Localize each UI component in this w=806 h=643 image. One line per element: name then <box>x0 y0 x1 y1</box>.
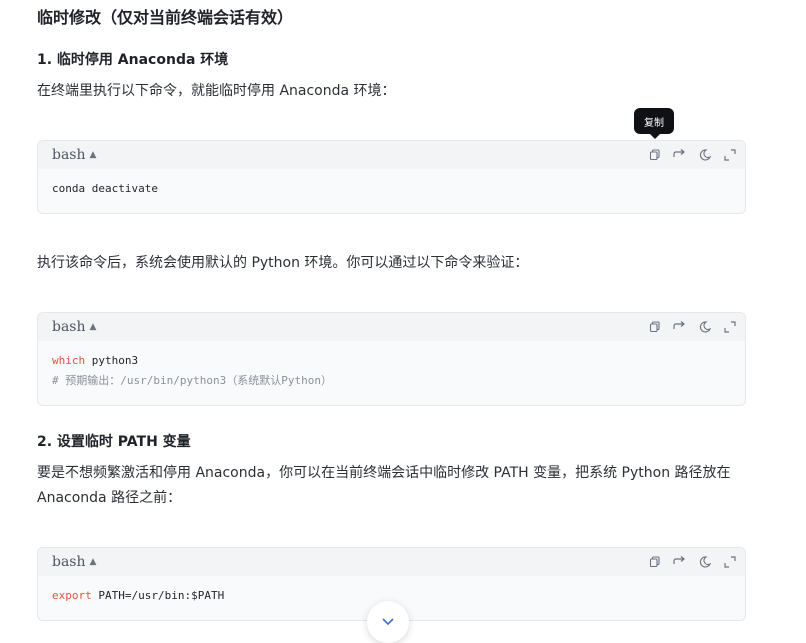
theme-icon[interactable] <box>697 148 712 163</box>
code-header: bash ▲ <box>38 548 745 576</box>
code-content: conda deactivate <box>38 169 745 209</box>
subheading-2: 2. 设置临时 PATH 变量 <box>37 434 191 450</box>
chevron-down-icon <box>382 618 394 626</box>
paragraph-3-line-1: 要是不想频繁激活和停用 Anaconda，你可以在当前终端会话中临时修改 PAT… <box>37 465 731 481</box>
code-text: PATH=/usr/bin:$PATH <box>91 589 225 602</box>
code-block-2: bash ▲ which python3 # 预期输出：/usr/bin/pyt… <box>37 312 746 406</box>
copy-icon[interactable] <box>647 320 662 335</box>
code-text: python3 <box>85 354 139 367</box>
language-label: bash <box>52 554 86 570</box>
code-keyword: export <box>52 589 92 602</box>
code-line: which python3 <box>52 351 731 371</box>
code-toolbar <box>647 148 737 163</box>
code-block-1: bash ▲ conda deactivate <box>37 140 746 214</box>
section-heading: 临时修改（仅对当前终端会话有效） <box>37 8 294 27</box>
language-label: bash <box>52 147 86 163</box>
paragraph-3-line-2: Anaconda 路径之前： <box>37 490 182 506</box>
language-label: bash <box>52 319 86 335</box>
wrap-icon[interactable] <box>672 320 687 335</box>
paragraph-2: 执行该命令后，系统会使用默认的 Python 环境。你可以通过以下命令来验证： <box>37 255 529 271</box>
code-header: bash ▲ <box>38 313 745 341</box>
code-toolbar <box>647 320 737 335</box>
code-keyword: which <box>52 354 86 367</box>
copy-icon[interactable] <box>647 148 662 163</box>
code-toolbar <box>647 555 737 570</box>
code-header: bash ▲ <box>38 141 745 169</box>
chevron-up-icon: ▲ <box>89 557 97 567</box>
subheading-1: 1. 临时停用 Anaconda 环境 <box>37 52 229 68</box>
chevron-up-icon: ▲ <box>89 322 97 332</box>
copy-tooltip: 复制 <box>634 108 674 139</box>
copy-tooltip-text: 复制 <box>644 117 664 129</box>
code-line: conda deactivate <box>52 182 158 195</box>
wrap-icon[interactable] <box>672 148 687 163</box>
language-toggle[interactable]: bash ▲ <box>52 147 96 163</box>
expand-icon[interactable] <box>722 555 737 570</box>
scroll-down-button[interactable] <box>367 601 409 643</box>
wrap-icon[interactable] <box>672 555 687 570</box>
expand-icon[interactable] <box>722 148 737 163</box>
copy-icon[interactable] <box>647 555 662 570</box>
theme-icon[interactable] <box>697 320 712 335</box>
expand-icon[interactable] <box>722 320 737 335</box>
paragraph-3: 要是不想频繁激活和停用 Anaconda，你可以在当前终端会话中临时修改 PAT… <box>37 461 731 511</box>
paragraph-1: 在终端里执行以下命令，就能临时停用 Anaconda 环境： <box>37 83 396 99</box>
chevron-up-icon: ▲ <box>89 150 97 160</box>
theme-icon[interactable] <box>697 555 712 570</box>
code-content: which python3 # 预期输出：/usr/bin/python3（系统… <box>38 341 745 401</box>
code-comment: # 预期输出：/usr/bin/python3（系统默认Python） <box>52 374 332 387</box>
language-toggle[interactable]: bash ▲ <box>52 554 96 570</box>
language-toggle[interactable]: bash ▲ <box>52 319 96 335</box>
